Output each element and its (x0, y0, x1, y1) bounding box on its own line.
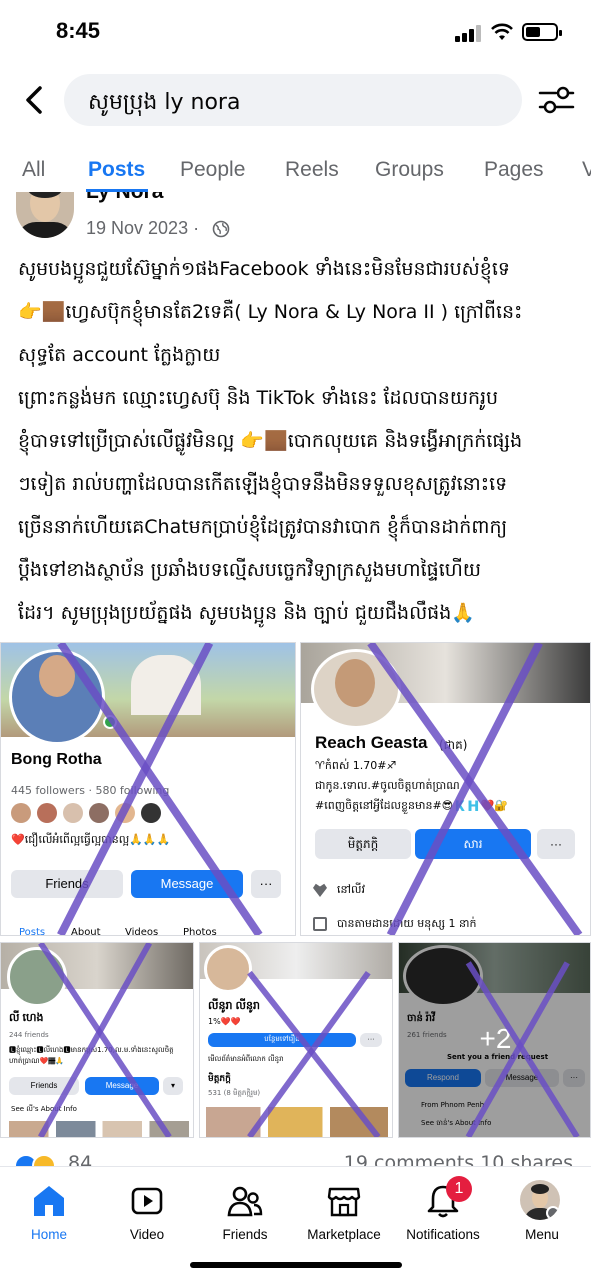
post-line: ប្ដឹងទៅខាងស្ថាប័ន ប្រឆាំងបទល្មើសបច្ចេកវិ… (18, 559, 481, 581)
tab-people[interactable]: People (180, 158, 245, 182)
post-line: 👉🏾ហ្វេសប៊ុកខ្ញុំមានតែ2ទេគឺ( Ly Nora & Ly… (18, 301, 523, 323)
nav-label: Notifications (406, 1227, 480, 1242)
post-line: សូមបងប្អូនជួយស៊ែម្នាក់១ផងFacebook ទាំងនេ… (18, 258, 510, 280)
cross-out-mark (247, 970, 381, 1137)
nav-friends[interactable]: Friends (196, 1167, 294, 1257)
notifications-badge: 1 (446, 1176, 472, 1202)
post-line: ខ្ញុំបាទទៅប្រើប្រាស់លើផ្លូវមិនល្អ 👉🏾បោកល… (18, 430, 523, 452)
search-input[interactable]: សូមប្រុង ly nora (64, 74, 522, 126)
photo-fake-profile-5[interactable]: ចាន់ រ៉ាវី 261 friends Sent you a friend… (398, 942, 591, 1138)
post-date: 19 Nov 2023 · (86, 218, 200, 238)
nav-label: Menu (525, 1227, 559, 1242)
nav-home[interactable]: Home (0, 1167, 98, 1257)
photo-fake-profile-2[interactable]: Reach Geasta (ជាគ) ♈កំពស់ 1.70#♐ ជាកូន.ទ… (300, 642, 591, 936)
nav-marketplace[interactable]: Marketplace (295, 1167, 393, 1257)
search-query-text: សូមប្រុង ly nora (88, 90, 241, 115)
home-icon (34, 1186, 64, 1216)
nav-video[interactable]: Video (98, 1167, 196, 1257)
cross-out-mark (465, 961, 580, 1137)
nav-label: Marketplace (307, 1227, 381, 1242)
tab-all[interactable]: All (22, 158, 45, 182)
nav-label: Video (129, 1227, 165, 1242)
marketplace-icon (327, 1187, 361, 1217)
status-bar: 8:45 (0, 0, 591, 64)
nav-notifications[interactable]: Notifications (394, 1167, 492, 1257)
nav-label: Friends (222, 1227, 268, 1242)
post-body: សូមបងប្អូនជួយស៊ែម្នាក់១ផងFacebook ទាំងនេ… (18, 248, 578, 635)
tab-reels[interactable]: Reels (285, 158, 339, 182)
post-line: ដែរ។ សូមប្រុងប្រយ័ត្នផង សូមបងប្អូន និង ច… (18, 602, 475, 624)
status-time: 8:45 (56, 18, 101, 43)
post-line: ៗទៀត រាល់បញ្ហាដែលបានកើតឡើងខ្ញុំបាទនឹងមិន… (18, 473, 508, 495)
tab-pages[interactable]: Pages (484, 158, 544, 182)
back-arrow-icon[interactable] (20, 84, 50, 116)
post-line: សុទ្ធតែ account ក្លែងក្លាយ (18, 344, 221, 366)
tab-groups[interactable]: Groups (375, 158, 444, 182)
cross-out-mark (367, 643, 583, 935)
photo-fake-profile-1[interactable]: Bong Rotha 445 followers · 580 following… (0, 642, 296, 936)
battery-icon (522, 23, 562, 41)
menu-lines-icon (546, 1206, 560, 1220)
filter-icon[interactable] (536, 84, 576, 116)
home-indicator (190, 1262, 402, 1268)
cross-out-mark (37, 943, 172, 1137)
search-filter-tabs: All Posts People Reels Groups Pages V (0, 152, 591, 192)
menu-avatar[interactable] (520, 1180, 560, 1220)
post-header: Ly Nora 19 Nov 2023 · (0, 192, 591, 242)
author-avatar[interactable] (16, 192, 74, 238)
photo-fake-profile-3[interactable]: លី ហេង 244 friends 🅻ខ្ញុំឈ្មោះ🅻លីហេង🅻មាន… (0, 942, 194, 1138)
nav-label: Home (30, 1227, 67, 1242)
globe-icon (212, 220, 230, 238)
post-line: ច្រើននាក់ហើយគេChatមកប្រាប់ខ្ញុំដែត្រូវបា… (18, 516, 508, 538)
photo-fake-profile-4[interactable]: លីនូរា លីនូរា 1%❤️❤️ បន្ថែមទៅរឿង ··· មើល… (199, 942, 393, 1138)
wifi-icon (491, 23, 513, 40)
post-line: ព្រោះកន្លង់មក ឈ្មោះហ្វេសប៊ុ និង TikTok ទ… (18, 387, 499, 409)
tab-posts[interactable]: Posts (88, 158, 145, 182)
cross-out-mark (57, 643, 263, 935)
post-photo-grid: Bong Rotha 445 followers · 580 following… (0, 640, 591, 1140)
video-icon (131, 1187, 163, 1215)
tab-videos[interactable]: V (582, 158, 591, 182)
cellular-signal-icon (455, 24, 485, 42)
post-author-name[interactable]: Ly Nora (86, 192, 163, 204)
friends-icon (227, 1186, 263, 1217)
